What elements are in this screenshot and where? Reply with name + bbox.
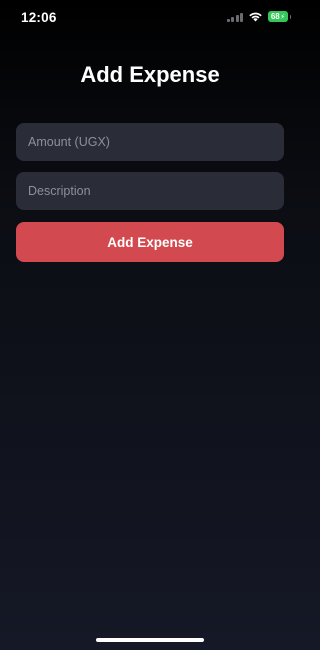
status-icons: 68 ⚡ <box>226 11 291 22</box>
battery-level: 68 <box>270 12 280 21</box>
signal-icon <box>226 12 243 22</box>
amount-input[interactable] <box>16 123 284 161</box>
status-time: 12:06 <box>21 10 57 25</box>
page-title: Add Expense <box>80 62 220 87</box>
home-indicator[interactable] <box>96 638 204 642</box>
description-input[interactable] <box>16 172 284 210</box>
wifi-icon <box>249 12 262 22</box>
charging-bolt-icon: ⚡ <box>280 13 286 21</box>
add-expense-button[interactable]: Add Expense <box>16 222 284 262</box>
status-bar: 12:06 68 ⚡ <box>0 0 300 34</box>
battery-icon: 68 ⚡ <box>268 11 291 22</box>
